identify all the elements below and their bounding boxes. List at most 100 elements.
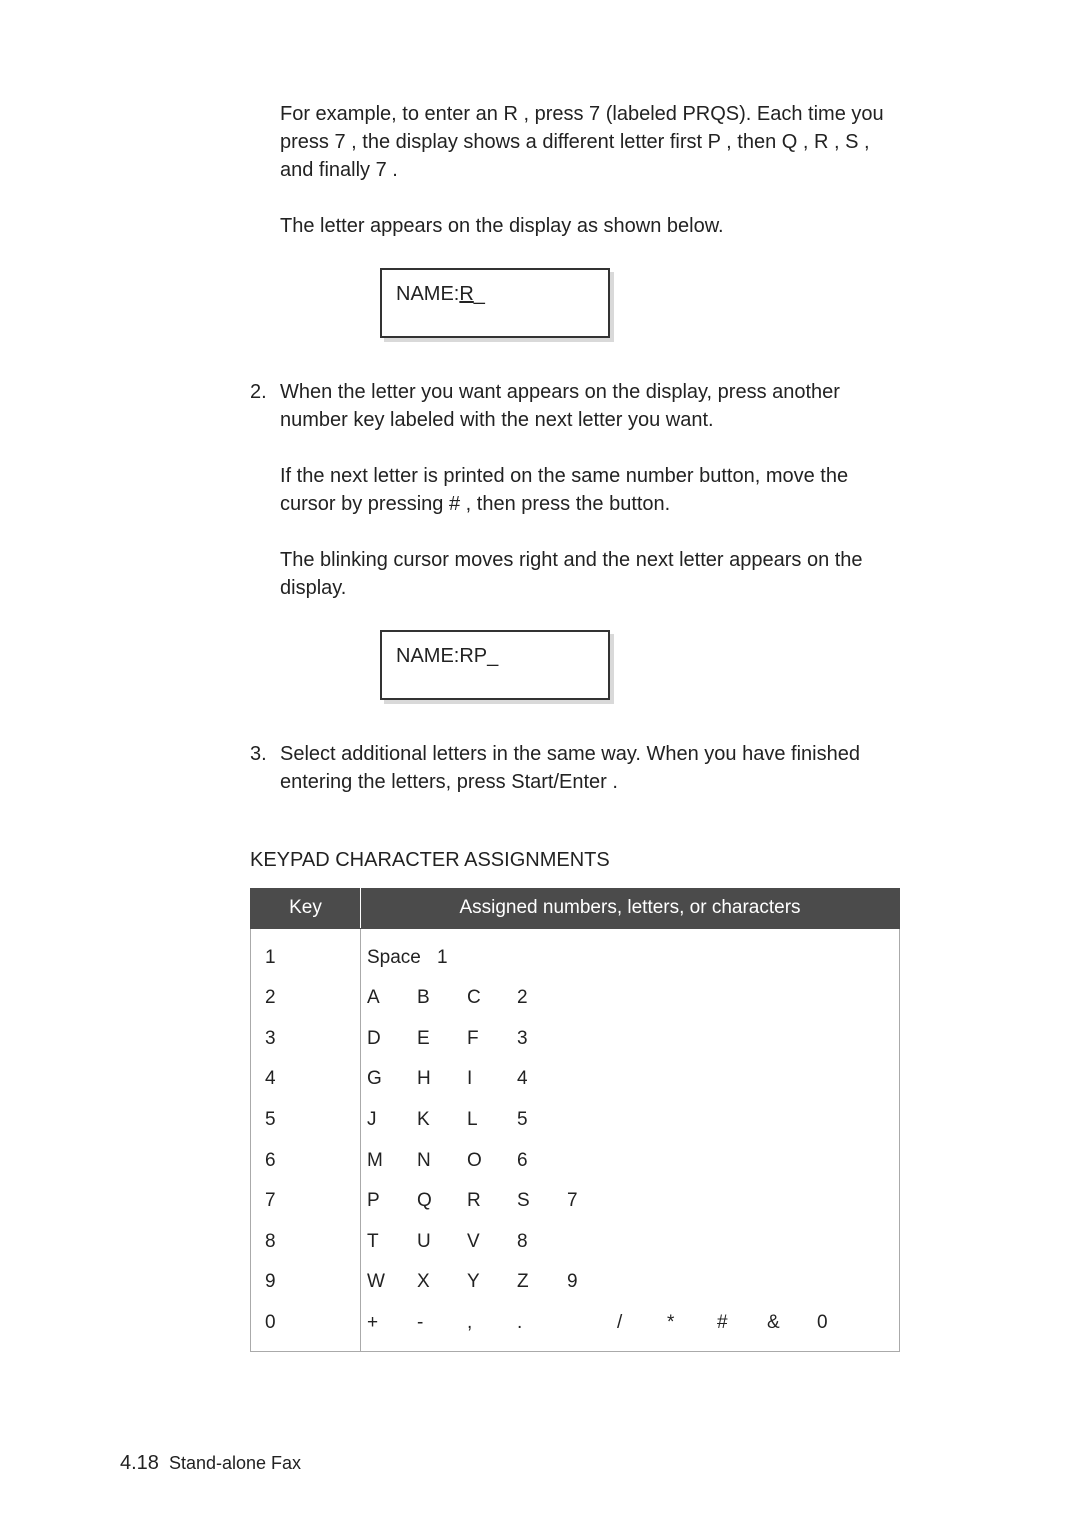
char: R — [467, 1188, 517, 1215]
paragraph-example: For example, to enter an R , press 7 (la… — [250, 100, 900, 184]
chars-cell: GHI4 — [361, 1059, 900, 1100]
step-number: 2. — [250, 378, 280, 434]
char: V — [467, 1229, 517, 1256]
chars-cell: PQRS7 — [361, 1181, 900, 1222]
table-row: 2ABC2 — [251, 978, 900, 1019]
char: P — [367, 1188, 417, 1215]
key-cell: 2 — [251, 978, 361, 1019]
key-7: 7 — [376, 159, 387, 181]
char: 9 — [567, 1269, 617, 1296]
char: Y — [467, 1269, 517, 1296]
key-cell: 8 — [251, 1222, 361, 1263]
step-2-sub2: The blinking cursor moves right and the … — [250, 546, 900, 602]
char: D — [367, 1026, 417, 1053]
char: 4 — [517, 1066, 567, 1093]
char: M — [367, 1148, 417, 1175]
char: & — [767, 1310, 817, 1337]
table-row: 3DEF3 — [251, 1019, 900, 1060]
table-row: 7PQRS7 — [251, 1181, 900, 1222]
text: , — [828, 131, 845, 153]
char: N — [417, 1148, 467, 1175]
step-text: Select additional letters in the same wa… — [280, 740, 900, 796]
char: * — [667, 1310, 717, 1337]
char: H — [417, 1066, 467, 1093]
char: 3 — [517, 1026, 567, 1053]
key-cell: 0 — [251, 1303, 361, 1351]
text: , the display shows a different letter f… — [346, 131, 708, 153]
page-number: 4.18 — [120, 1452, 159, 1474]
char: 6 — [517, 1148, 567, 1175]
char: G — [367, 1066, 417, 1093]
table-row: 9WXYZ9 — [251, 1262, 900, 1303]
table-row: 5JKL5 — [251, 1100, 900, 1141]
key-cell: 6 — [251, 1141, 361, 1182]
step-2-sub1: If the next letter is printed on the sam… — [250, 462, 900, 518]
text: , press — [518, 103, 589, 125]
char — [567, 1310, 617, 1337]
table-row: 0+-,./*#&0 — [251, 1303, 900, 1351]
char: S — [517, 1188, 567, 1215]
key-hash: # — [449, 493, 460, 515]
key-R: R — [503, 103, 517, 125]
table-row: 6MNO6 — [251, 1141, 900, 1182]
char: . — [517, 1310, 567, 1337]
display-value: RP — [459, 645, 487, 667]
text: , then — [721, 131, 782, 153]
char: E — [417, 1026, 467, 1053]
chars-cell: WXYZ9 — [361, 1262, 900, 1303]
key-R: R — [814, 131, 828, 153]
key-P: P — [708, 131, 721, 153]
char: A — [367, 985, 417, 1012]
step-number: 3. — [250, 740, 280, 796]
cursor: _ — [474, 283, 485, 305]
text: . — [387, 159, 398, 181]
display-label: NAME: — [396, 283, 459, 305]
text: For example, to enter an — [280, 103, 503, 125]
table-title: KEYPAD CHARACTER ASSIGNMENTS — [250, 846, 900, 874]
char: 2 — [517, 985, 567, 1012]
key-cell: 4 — [251, 1059, 361, 1100]
char: T — [367, 1229, 417, 1256]
paragraph-appears: The letter appears on the display as sho… — [250, 212, 900, 240]
char: 1 — [437, 945, 487, 972]
char: 7 — [567, 1188, 617, 1215]
page-footer: 4.18 Stand-alone Fax — [120, 1452, 301, 1475]
display-box-1-wrap: NAME:R_ — [380, 268, 900, 338]
footer-text: Stand-alone Fax — [169, 1453, 301, 1473]
char: W — [367, 1269, 417, 1296]
char: Q — [417, 1188, 467, 1215]
keypad-table: Key Assigned numbers, letters, or charac… — [250, 888, 900, 1352]
text: , — [797, 131, 814, 153]
char: / — [617, 1310, 667, 1337]
display-box-1: NAME:R_ — [380, 268, 610, 338]
display-value: R — [459, 283, 473, 305]
table-row: 4GHI4 — [251, 1059, 900, 1100]
chars-cell: +-,./*#&0 — [361, 1303, 900, 1351]
step-text: When the letter you want appears on the … — [280, 378, 900, 434]
page-content: For example, to enter an R , press 7 (la… — [0, 0, 1080, 1412]
char: # — [717, 1310, 767, 1337]
char: Z — [517, 1269, 567, 1296]
key-cell: 7 — [251, 1181, 361, 1222]
char: 5 — [517, 1107, 567, 1134]
th-key: Key — [251, 889, 361, 929]
key-7: 7 — [589, 103, 600, 125]
key-cell: 5 — [251, 1100, 361, 1141]
char: O — [467, 1148, 517, 1175]
chars-cell: ABC2 — [361, 978, 900, 1019]
chars-cell: DEF3 — [361, 1019, 900, 1060]
key-cell: 9 — [251, 1262, 361, 1303]
text: . — [607, 771, 618, 793]
table-row: 8TUV8 — [251, 1222, 900, 1263]
chars-cell: MNO6 — [361, 1141, 900, 1182]
char: 8 — [517, 1229, 567, 1256]
char: X — [417, 1269, 467, 1296]
th-assigned: Assigned numbers, letters, or characters — [361, 889, 900, 929]
char: + — [367, 1310, 417, 1337]
step-3: 3. Select additional letters in the same… — [250, 740, 900, 796]
chars-cell: TUV8 — [361, 1222, 900, 1263]
char: 0 — [817, 1310, 867, 1337]
chars-cell: JKL5 — [361, 1100, 900, 1141]
text: , then press the button. — [460, 493, 670, 515]
char: , — [467, 1310, 517, 1337]
